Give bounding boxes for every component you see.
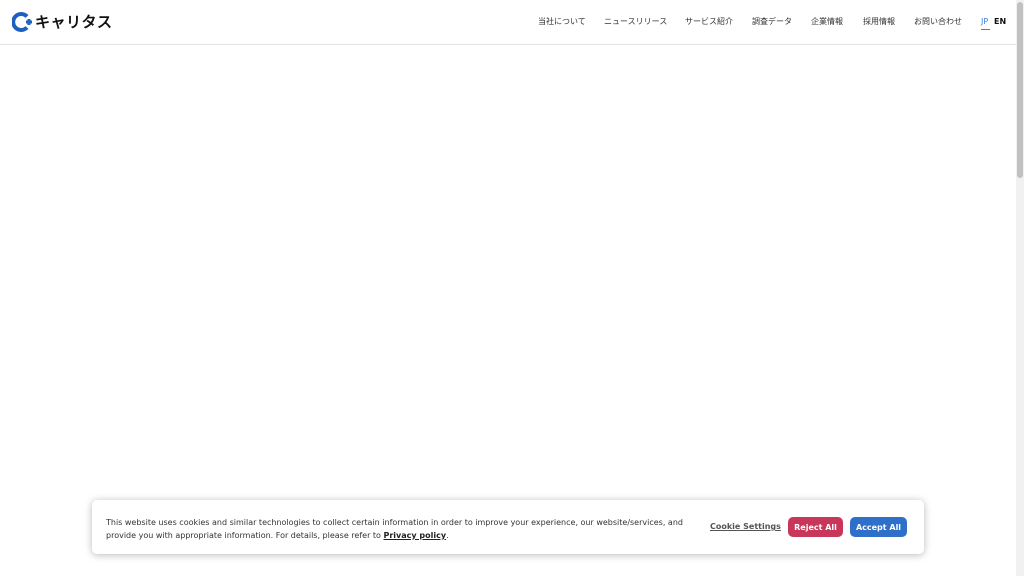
- cookie-message: This website uses cookies and similar te…: [106, 516, 686, 542]
- lang-jp-link[interactable]: JP: [981, 17, 988, 27]
- logo-icon: [11, 12, 32, 32]
- site-header: キャリタス 当社について ニュースリリース サービス紹介 調査データ 企業情報 …: [0, 0, 1016, 45]
- nav-item-company[interactable]: 企業情報: [811, 17, 843, 27]
- lang-en-link[interactable]: EN: [994, 17, 1006, 27]
- nav-item-research[interactable]: 調査データ: [752, 17, 792, 27]
- reject-all-button[interactable]: Reject All: [788, 517, 843, 537]
- accept-all-button[interactable]: Accept All: [850, 517, 907, 537]
- nav-item-news[interactable]: ニュースリリース: [604, 17, 667, 27]
- cookie-message-end: .: [446, 531, 449, 540]
- nav-item-about[interactable]: 当社について: [538, 17, 586, 27]
- nav-item-contact[interactable]: お問い合わせ: [914, 17, 962, 27]
- logo-text: キャリタス: [35, 13, 113, 31]
- cookie-banner: This website uses cookies and similar te…: [92, 500, 924, 554]
- logo-link[interactable]: キャリタス: [11, 12, 113, 32]
- privacy-policy-link[interactable]: Privacy policy: [383, 531, 446, 540]
- nav-item-recruit[interactable]: 採用情報: [863, 17, 895, 27]
- nav-item-services[interactable]: サービス紹介: [685, 17, 733, 27]
- lang-active-indicator: [981, 29, 990, 30]
- scrollbar-thumb[interactable]: [1017, 2, 1023, 178]
- cookie-settings-button[interactable]: Cookie Settings: [710, 522, 781, 532]
